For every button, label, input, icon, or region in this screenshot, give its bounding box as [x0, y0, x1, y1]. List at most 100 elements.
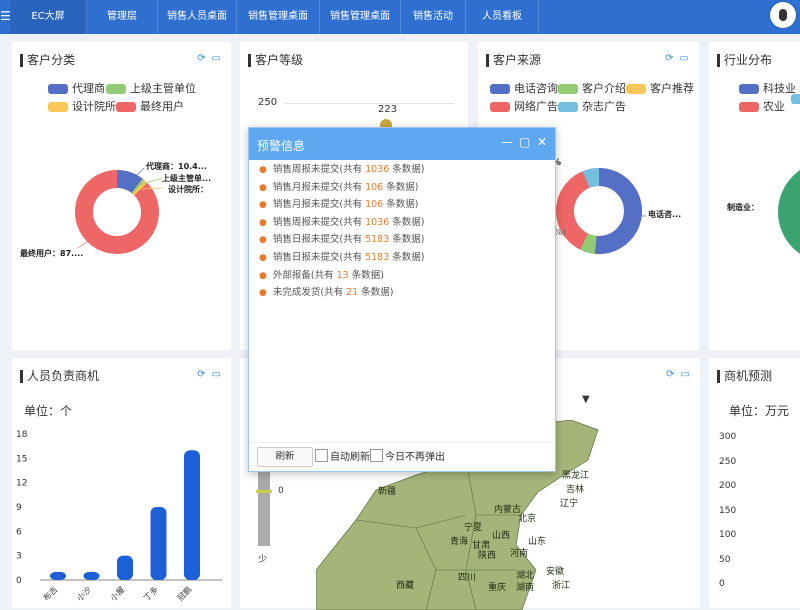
bullet-icon: ● — [259, 288, 267, 299]
alert-dialog: 预警信息 — ▢ ✕ ● 销售周报未提交(共有 1036 条数据) ● 销售月报未提交… — [248, 127, 556, 472]
no-popup-today-checkbox[interactable] — [370, 449, 383, 462]
card-title: 客户来源 — [486, 54, 541, 67]
minimize-icon[interactable]: — — [501, 135, 513, 149]
tab-staff-board[interactable]: 人员看板 — [466, 0, 539, 34]
slice-label: 最终用户：87.... — [20, 249, 84, 258]
y-tick: 9 — [16, 503, 22, 513]
map-region-label: 吉林 — [566, 485, 585, 495]
slider-handle[interactable] — [256, 490, 272, 493]
map-region-label: 黑龙江 — [562, 471, 590, 481]
close-icon[interactable]: ✕ — [537, 135, 547, 149]
window-icon[interactable]: ▭ — [680, 53, 689, 64]
legend-item[interactable]: 最终用户 — [116, 98, 184, 114]
alert-count: 21 — [346, 287, 359, 299]
alert-item[interactable]: ● 销售日报未提交(共有 5183 条数据) — [259, 249, 425, 267]
refresh-icon[interactable]: ⟳ — [197, 369, 205, 380]
bar[interactable] — [150, 507, 167, 580]
slice-label: 制造业： — [727, 203, 759, 212]
legend-item[interactable]: 电话咨询 — [490, 80, 558, 96]
y-tick: 250 — [719, 456, 737, 467]
alert-suffix: 条数据) — [389, 216, 425, 228]
map-region-label: 四川 — [458, 573, 477, 583]
bar[interactable] — [184, 450, 200, 580]
bullet-icon: ● — [259, 217, 267, 228]
alert-count: 5183 — [365, 251, 390, 263]
window-icon[interactable]: ▭ — [212, 53, 221, 64]
alert-count: 13 — [336, 269, 349, 281]
alert-item[interactable]: ● 销售月报未提交(共有 106 条数据) — [259, 196, 425, 214]
bar[interactable] — [83, 571, 100, 580]
y-tick: 150 — [719, 505, 737, 516]
menu-icon[interactable]: ☰ — [0, 8, 11, 24]
maximize-icon[interactable]: ▢ — [519, 135, 530, 149]
alert-item[interactable]: ● 销售周报未提交(共有 1036 条数据) — [259, 161, 425, 179]
forecast-card: 商机预测 单位：万元 300 250 200 150 100 50 0 — [709, 358, 800, 608]
tab-sales-activity[interactable]: 销售活动 — [401, 0, 466, 34]
map-region-label: 北京 — [518, 514, 537, 524]
chevron-down-icon[interactable]: ▼ — [582, 394, 590, 405]
industry-donut[interactable] — [769, 162, 800, 262]
legend-item[interactable]: 设计院所 — [48, 98, 116, 114]
tab-sales-mgmt-desktop-2[interactable]: 销售管理桌面 — [320, 0, 401, 34]
alert-item[interactable]: ● 销售日报未提交(共有 5183 条数据) — [259, 231, 425, 249]
legend-item[interactable]: 杂志广告 — [558, 98, 626, 114]
legend-item[interactable]: 网络广告 — [490, 98, 558, 114]
slider-label: 少 — [258, 555, 268, 565]
legend-item[interactable]: 科技业 — [739, 80, 796, 96]
no-popup-today-label: 今日不再弹出 — [385, 452, 445, 463]
map-region-label: 青海 — [450, 537, 469, 547]
tab-ec-screen[interactable]: EC大屏 — [10, 0, 87, 34]
y-tick: 200 — [719, 481, 737, 491]
alert-text: 销售周报未提交(共有 — [272, 164, 366, 175]
map-region-label: 西藏 — [396, 581, 415, 591]
refresh-icon[interactable]: ⟳ — [666, 369, 674, 380]
customer-category-card: 客户分类 ⟳ ▭ 代理商 上级主管单位 设计院所 最终用户 代理商：10.4...… — [12, 42, 231, 350]
alert-item[interactable]: ● 销售月报未提交(共有 106 条数据) — [259, 179, 425, 197]
refresh-icon[interactable]: ⟳ — [665, 53, 673, 64]
bar[interactable] — [117, 555, 133, 580]
bullet-icon: ● — [259, 182, 267, 193]
alert-text: 外部报备(共有 — [272, 269, 337, 281]
window-icon[interactable]: ▭ — [681, 369, 690, 380]
legend-item[interactable]: 客户推荐 — [626, 80, 694, 96]
staff-opportunity-card: 人员负责商机 ⟳ ▭ 单位：个 18 15 12 9 6 3 0 布吉 小沙 小屋 丁多 冠鹏 — [12, 358, 231, 608]
legend-item[interactable]: 上级主管单位 — [106, 80, 196, 96]
avatar[interactable] — [770, 2, 796, 28]
legend-item[interactable]: 代理商 — [48, 80, 105, 96]
alert-item[interactable]: ● 未完成发货(共有 21 条数据) — [259, 284, 425, 302]
map-region-label: 陕西 — [478, 551, 497, 561]
top-nav-bar: ☰ EC大屏 管理层 销售人员桌面 销售管理桌面 销售管理桌面 销售活动 人员看… — [0, 0, 800, 34]
map-region-label: 新疆 — [378, 487, 397, 497]
window-icon[interactable]: ▭ — [212, 369, 221, 380]
refresh-icon[interactable]: ⟳ — [197, 53, 205, 64]
alert-suffix: 条数据) — [389, 164, 425, 175]
alert-text: 未完成发货(共有 — [272, 287, 347, 299]
staff-opportunity-bar-chart: 1815129630布吉 小沙 小屋 丁多 冠鹏 — [16, 430, 222, 603]
legend-item[interactable]: 农业 — [739, 98, 785, 114]
y-tick: 6 — [16, 527, 22, 537]
alert-item[interactable]: ● 销售周报未提交(共有 1036 条数据) — [259, 214, 425, 232]
bullet-icon: ● — [259, 200, 267, 211]
alert-text: 销售周报未提交(共有 — [272, 216, 366, 228]
alert-suffix: 条数据) — [383, 181, 419, 193]
auto-refresh-checkbox[interactable] — [315, 449, 328, 462]
legend-item[interactable]: 客户介绍 — [558, 80, 626, 96]
tab-sales-mgmt-desktop-1[interactable]: 销售管理桌面 — [237, 0, 320, 34]
y-tick: 0 — [16, 576, 22, 586]
card-title: 商机预测 — [717, 370, 772, 383]
bar[interactable] — [50, 571, 66, 580]
x-tick-label: 小沙 — [75, 585, 93, 603]
alert-list: ● 销售周报未提交(共有 1036 条数据) ● 销售月报未提交(共有 106 条数据… — [259, 161, 425, 302]
map-region-label: 浙江 — [552, 581, 571, 591]
card-title: 客户等级 — [248, 54, 303, 67]
map-region-label: 辽宁 — [560, 499, 579, 509]
alert-item[interactable]: ● 外部报备(共有 13 条数据) — [259, 267, 425, 285]
tab-management[interactable]: 管理层 — [87, 0, 158, 34]
refresh-button[interactable]: 刷新 — [257, 447, 313, 467]
y-tick: 100 — [719, 530, 737, 540]
map-region-label: 内蒙古 — [494, 505, 522, 515]
y-tick: 3 — [16, 552, 22, 562]
auto-refresh-label: 自动刷新 — [330, 452, 370, 463]
tab-sales-staff-desktop[interactable]: 销售人员桌面 — [158, 0, 237, 34]
unit-label: 单位：万元 — [729, 404, 790, 418]
